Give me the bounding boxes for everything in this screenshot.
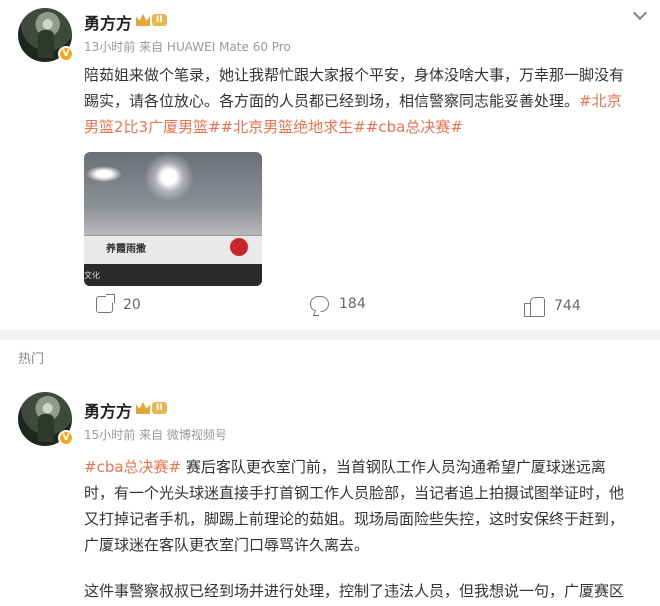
like-count: 744 [554,298,581,314]
section-divider [0,330,660,340]
share-icon [96,294,115,313]
action-bar: 20 184 744 [0,294,660,320]
police-emblem [230,238,248,256]
comment-button[interactable]: 184 [310,296,366,312]
comment-icon [310,296,329,312]
hashtag-link[interactable]: #cba总决赛# [84,458,181,476]
text-line: 陪茹姐来做个笔录，她让我帮忙跟大家报个平安，身体没啥大事，万幸那一脚没有 [84,66,625,84]
post-source: 来自 HUAWEI Mate 60 Pro [139,40,291,54]
author-name[interactable]: 勇方方 [84,10,132,34]
text-line: #cba总决赛# 赛后客队更衣室门前，当首钢队工作人员沟通希望广厦球迷远离 [84,458,606,476]
post-time: 13小时前 [84,40,136,54]
text-line: 踢实，请各位放心。各方面的人员都已经到场，相信警察同志能妥善处理。#北京 [84,92,622,110]
comment-count: 184 [339,296,366,312]
text-line: 广厦球迷在客队更衣室门口辱骂许久离去。 [84,536,370,554]
level-badge: II [136,400,167,416]
sign-text: 养霞雨撒 [106,244,146,255]
post-source: 来自 微博视频号 [139,428,227,442]
crown-icon [136,402,150,414]
text-line: 时，有一个光头球迷直接手打首钢工作人员脸部，当记者追上拍摄试图举证时，他 [84,484,625,502]
level-label: II [152,14,167,26]
author-name[interactable]: 勇方方 [84,398,132,422]
post-text: #cba总决赛# 赛后客队更衣室门前，当首钢队工作人员沟通希望广厦球迷远离 时，… [84,454,654,604]
ceiling-light [144,152,194,202]
ceiling-light [86,166,122,182]
share-button[interactable]: 20 [96,294,141,313]
weibo-post-1: V 勇方方 II 13小时前 来自 HUAWEI Mate 60 Pro 陪茹姐… [0,0,660,330]
text-line: 男篮2比3广厦男篮##北京男篮绝地求生##cba总决赛# [84,114,654,140]
hashtag-link[interactable]: #北京 [579,92,622,110]
level-label: II [152,402,167,414]
post-photo[interactable]: 养霞雨撒 文化 [84,152,262,286]
crown-icon [136,14,150,26]
post-meta: 15小时前 来自 微博视频号 [84,426,227,443]
level-badge: II [136,12,167,28]
verified-badge-icon: V [58,430,74,446]
text-line: 这件事警察叔叔已经到场并进行处理，控制了违法人员，但我想说一句，广厦赛区 [84,582,625,600]
text-line: 又打掉记者手机，脚踢上前理论的茹姐。现场局面险些失控，这时安保终于赶到， [84,510,625,528]
post-text: 陪茹姐来做个笔录，她让我帮忙跟大家报个平安，身体没啥大事，万幸那一脚没有 踢实，… [84,62,654,140]
share-count: 20 [123,296,141,313]
hashtag-link[interactable]: #cba总决赛# [366,118,463,136]
like-button[interactable]: 744 [524,296,581,317]
post-time: 15小时前 [84,428,136,442]
hashtag-link[interactable]: #北京男篮绝地求生# [221,118,366,136]
hashtag-link[interactable]: 男篮2比3广厦男篮# [84,118,221,136]
thumbs-up-icon [524,296,545,317]
weibo-post-2: 热门 V 勇方方 II 15小时前 来自 微博视频号 #cba总决赛# 赛后客队… [0,340,660,606]
chevron-down-icon[interactable] [632,4,648,20]
verified-badge-icon: V [58,46,74,62]
photo-shadow [84,264,262,286]
photo-label: 文化 [84,271,100,280]
post-meta: 13小时前 来自 HUAWEI Mate 60 Pro [84,38,291,55]
section-label: 热门 [18,352,45,367]
